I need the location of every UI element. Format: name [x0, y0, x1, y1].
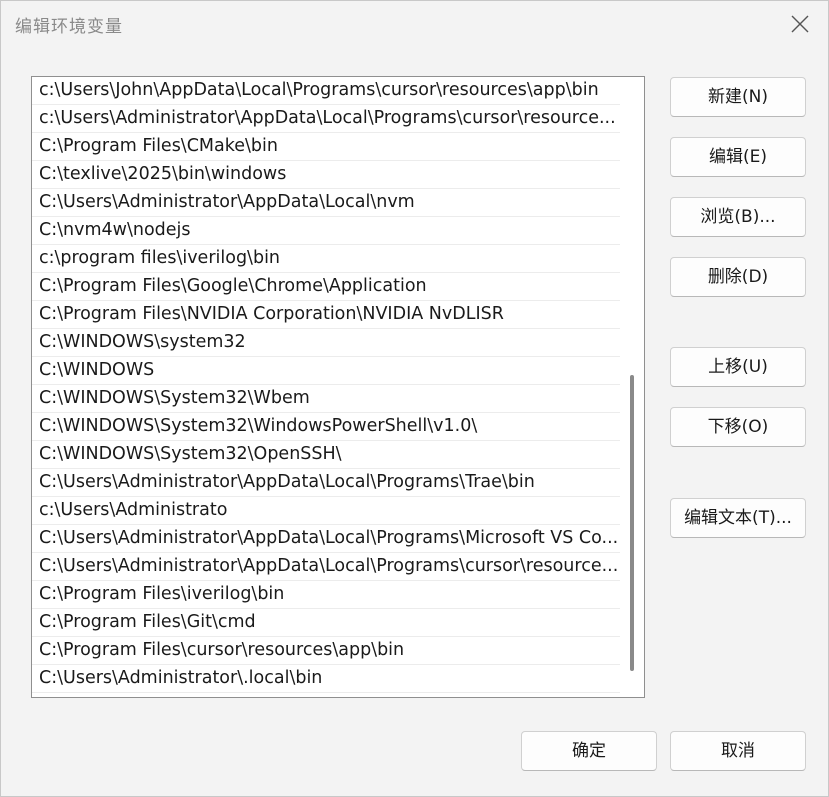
path-list-item[interactable]: C:\Users\Administrator\AppData\Local\Pro… — [32, 525, 620, 553]
window-title: 编辑环境变量 — [15, 17, 123, 37]
path-list-item[interactable]: C:\Program Files\iverilog\bin — [32, 581, 620, 609]
path-list-item[interactable]: C:\Program Files\NVIDIA Corporation\NVID… — [32, 301, 620, 329]
path-list-item[interactable]: c:\Users\John\AppData\Local\Programs\cur… — [32, 77, 620, 105]
edit-environment-variable-dialog: 编辑环境变量 c:\Users\John\AppData\Local\Progr… — [0, 0, 829, 797]
cancel-button[interactable]: 取消 — [670, 731, 806, 771]
path-list-item[interactable]: C:\Users\Administrator\.local\bin — [32, 665, 620, 693]
path-list-item[interactable]: c:\program files\iverilog\bin — [32, 245, 620, 273]
path-list-item[interactable]: C:\Program Files\CMake\bin — [32, 133, 620, 161]
path-list-item[interactable]: C:\nvm4w\nodejs — [32, 217, 620, 245]
close-button[interactable] — [782, 7, 818, 41]
path-list-item[interactable]: C:\Program Files\Google\Chrome\Applicati… — [32, 273, 620, 301]
path-list-item[interactable]: C:\Users\Administrator\AppData\Local\nvm — [32, 189, 620, 217]
path-list-item[interactable]: C:\WINDOWS — [32, 357, 620, 385]
path-list-item[interactable]: C:\WINDOWS\System32\OpenSSH\ — [32, 441, 620, 469]
new-button[interactable]: 新建(N) — [670, 77, 806, 117]
scrollbar-thumb[interactable] — [630, 375, 634, 671]
path-list-item[interactable]: C:\Program Files\Git\cmd — [32, 609, 620, 637]
path-list-item[interactable]: c:\Users\Administrato — [32, 497, 620, 525]
path-list: c:\Users\John\AppData\Local\Programs\cur… — [32, 77, 620, 693]
close-icon — [791, 15, 809, 33]
path-list-item[interactable]: C:\Program Files\cursor\resources\app\bi… — [32, 637, 620, 665]
path-list-item[interactable]: C:\Users\Administrator\AppData\Local\Pro… — [32, 553, 620, 581]
browse-button[interactable]: 浏览(B)... — [670, 197, 806, 237]
vertical-scrollbar[interactable] — [620, 77, 644, 697]
delete-button[interactable]: 删除(D) — [670, 257, 806, 297]
ok-button[interactable]: 确定 — [521, 731, 657, 771]
edit-button[interactable]: 编辑(E) — [670, 137, 806, 177]
path-list-box[interactable]: c:\Users\John\AppData\Local\Programs\cur… — [31, 76, 645, 698]
move-down-button[interactable]: 下移(O) — [670, 407, 806, 447]
path-list-item[interactable]: C:\Users\Administrator\AppData\Local\Pro… — [32, 469, 620, 497]
path-list-item[interactable]: C:\WINDOWS\System32\WindowsPowerShell\v1… — [32, 413, 620, 441]
edit-text-button[interactable]: 编辑文本(T)... — [670, 498, 806, 538]
title-bar: 编辑环境变量 — [1, 1, 828, 47]
path-list-item[interactable]: C:\texlive\2025\bin\windows — [32, 161, 620, 189]
path-list-item[interactable]: C:\WINDOWS\system32 — [32, 329, 620, 357]
path-list-item[interactable]: c:\Users\Administrator\AppData\Local\Pro… — [32, 105, 620, 133]
path-list-item[interactable]: C:\WINDOWS\System32\Wbem — [32, 385, 620, 413]
move-up-button[interactable]: 上移(U) — [670, 347, 806, 387]
